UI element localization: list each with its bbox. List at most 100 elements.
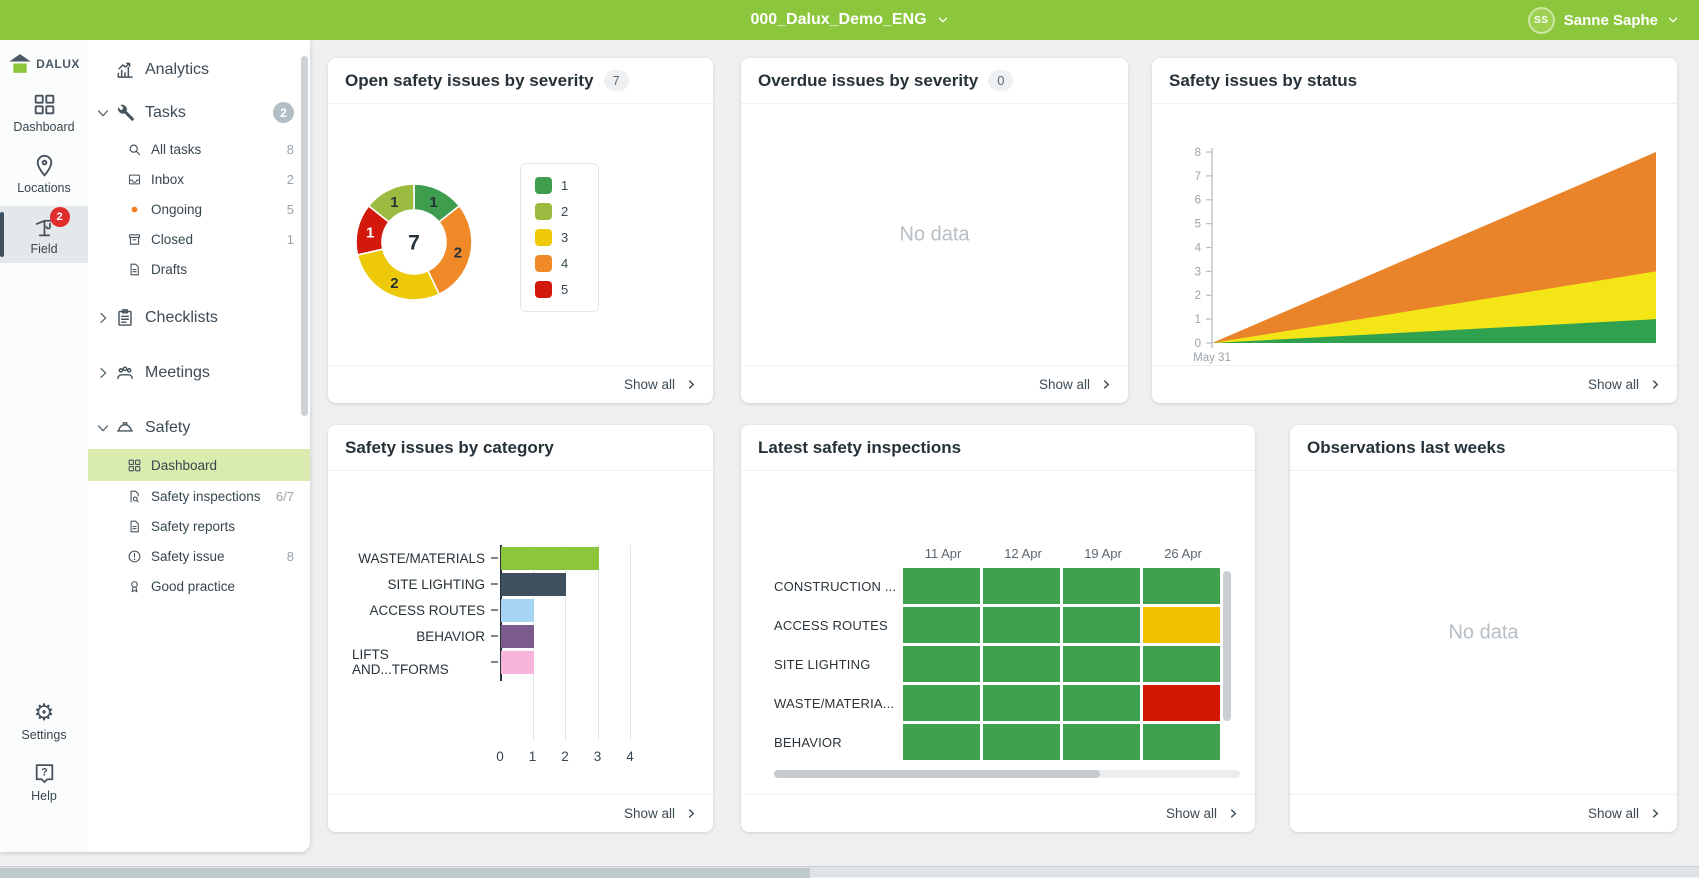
heatmap-horizontal-scrollbar-thumb[interactable]	[774, 770, 1100, 778]
avatar: SS	[1528, 7, 1555, 34]
heatmap-cell-green[interactable]	[903, 607, 980, 643]
inbox-icon	[127, 172, 142, 187]
heatmap-cell-green[interactable]	[1063, 607, 1140, 643]
rail-item-locations[interactable]: Locations	[0, 145, 88, 202]
legend-item: 5	[535, 281, 568, 298]
heatmap-horizontal-scrollbar[interactable]	[774, 770, 1240, 778]
card-footer: Show all	[1152, 365, 1677, 403]
heatmap-cell-green[interactable]	[903, 568, 980, 604]
heatmap-cell-green[interactable]	[1063, 685, 1140, 721]
rail-item-settings[interactable]: ⚙Settings	[0, 692, 88, 749]
legend-swatch	[535, 203, 552, 220]
show-all-button[interactable]: Show all	[1039, 377, 1112, 392]
heatmap-cell-green[interactable]	[983, 685, 1060, 721]
heatmap-cell-green[interactable]	[1143, 646, 1220, 682]
heatmap-cell-green[interactable]	[1063, 646, 1140, 682]
sidebar-subitem-all-tasks[interactable]: All tasks8	[88, 134, 310, 164]
medal-icon	[127, 579, 142, 594]
heatmap-cell-green[interactable]	[903, 724, 980, 760]
sidebar-subitem-safety-inspections[interactable]: Safety inspections6/7	[88, 481, 310, 511]
heatmap-date-header: 11 Apr12 Apr19 Apr26 Apr	[903, 546, 1223, 561]
legend-item: 3	[535, 229, 568, 246]
heatmap-cell-green[interactable]	[983, 724, 1060, 760]
heatmap-cell-green[interactable]	[903, 646, 980, 682]
dalux-logo[interactable]: DALUX	[0, 40, 88, 84]
sidebar-item-meetings[interactable]: Meetings	[88, 351, 310, 394]
chevron-right-icon	[95, 365, 111, 381]
chevron-right-icon	[95, 310, 111, 326]
svg-text:7: 7	[408, 231, 420, 254]
heatmap-cell-green[interactable]	[1063, 724, 1140, 760]
heatmap-cell-green[interactable]	[1063, 568, 1140, 604]
sidebar-item-analytics[interactable]: Analytics	[88, 48, 310, 91]
sidebar-scrollbar-thumb[interactable]	[301, 56, 308, 416]
heatmap-cell-yellow[interactable]	[1143, 607, 1220, 643]
x-tick-label: 3	[594, 749, 602, 764]
show-all-button[interactable]: Show all	[624, 806, 697, 821]
show-all-button[interactable]: Show all	[624, 377, 697, 392]
sidebar-subitem-safety-issue[interactable]: Safety issue8	[88, 541, 310, 571]
no-data-message: No data	[1290, 621, 1677, 644]
heatmap-cell-green[interactable]	[983, 607, 1060, 643]
heatmap-cell-green[interactable]	[1143, 568, 1220, 604]
sidebar-subitem-count: 5	[287, 202, 294, 217]
sidebar-item-tasks[interactable]: Tasks2	[88, 91, 310, 134]
heatmap-cell-green[interactable]	[983, 646, 1060, 682]
x-tick-label: 2	[561, 749, 569, 764]
heatmap-vertical-scrollbar-thumb[interactable]	[1223, 571, 1231, 721]
sidebar-subitem-dashboard[interactable]: Dashboard	[88, 449, 310, 481]
card-title: Safety issues by status	[1169, 71, 1357, 91]
window-horizontal-scrollbar[interactable]	[0, 866, 1699, 877]
heatmap-row-label: BEHAVIOR	[774, 735, 903, 750]
card-footer: Show all	[741, 794, 1255, 832]
card-body: WASTE/MATERIALSSITE LIGHTINGACCESS ROUTE…	[328, 471, 713, 794]
donut-segment	[428, 205, 472, 293]
project-selector[interactable]: 000_Dalux_Demo_ENG	[750, 11, 948, 29]
alert-icon	[127, 549, 142, 564]
sidebar-subitem-closed[interactable]: Closed1	[88, 224, 310, 254]
rail-item-field[interactable]: 2Field	[0, 206, 88, 263]
card-latest-safety-inspections: Latest safety inspections 11 Apr12 Apr19…	[741, 425, 1255, 832]
show-all-button[interactable]: Show all	[1166, 806, 1239, 821]
svg-text:2: 2	[454, 244, 462, 261]
docsearch-icon	[127, 489, 142, 504]
heatmap-row: WASTE/MATERIA...	[774, 685, 1223, 721]
sidebar-subitem-label: Dashboard	[151, 458, 217, 473]
sidebar-subitem-safety-reports[interactable]: Safety reports	[88, 511, 310, 541]
sidebar-subitem-ongoing[interactable]: Ongoing5	[88, 194, 310, 224]
chevron-down-icon	[1667, 14, 1679, 26]
axis-tick-dash	[491, 583, 498, 585]
user-menu[interactable]: SS Sanne Saphe	[1528, 0, 1679, 40]
legend-label: 4	[561, 256, 568, 271]
dashboard-grid-icon	[32, 92, 57, 117]
sidebar-subitem-good-practice[interactable]: Good practice	[88, 571, 310, 601]
card-title: Latest safety inspections	[758, 438, 961, 458]
heatmap-cell-red[interactable]	[1143, 685, 1220, 721]
heatmap-cell-green[interactable]	[983, 568, 1060, 604]
sidebar-group-gap	[88, 339, 310, 351]
doc-icon	[127, 519, 142, 534]
sidebar-item-checklists[interactable]: Checklists	[88, 296, 310, 339]
sidebar-subitem-inbox[interactable]: Inbox2	[88, 164, 310, 194]
heatmap-cell-green[interactable]	[903, 685, 980, 721]
svg-text:8: 8	[1195, 147, 1201, 159]
heatmap-date-label: 12 Apr	[983, 546, 1063, 561]
sidebar-item-safety[interactable]: Safety	[88, 406, 310, 449]
legend-swatch	[535, 255, 552, 272]
heatmap-row: CONSTRUCTION ...	[774, 568, 1223, 604]
card-body: No data	[1290, 471, 1677, 794]
heatmap-cell-green[interactable]	[1143, 724, 1220, 760]
show-all-label: Show all	[624, 377, 675, 392]
legend-item: 4	[535, 255, 568, 272]
show-all-button[interactable]: Show all	[1588, 377, 1661, 392]
x-tick-label: 0	[496, 749, 504, 764]
show-all-button[interactable]: Show all	[1588, 806, 1661, 821]
card-header: Safety issues by status	[1152, 58, 1677, 104]
heatmap-row-label: ACCESS ROUTES	[774, 618, 903, 633]
heatmap-row-label: WASTE/MATERIA...	[774, 696, 903, 711]
rail-item-dashboard[interactable]: Dashboard	[0, 84, 88, 141]
svg-text:2: 2	[390, 274, 398, 291]
rail-item-help[interactable]: ?Help	[0, 753, 88, 810]
svg-text:6: 6	[1195, 195, 1201, 207]
sidebar-subitem-drafts[interactable]: Drafts	[88, 254, 310, 284]
